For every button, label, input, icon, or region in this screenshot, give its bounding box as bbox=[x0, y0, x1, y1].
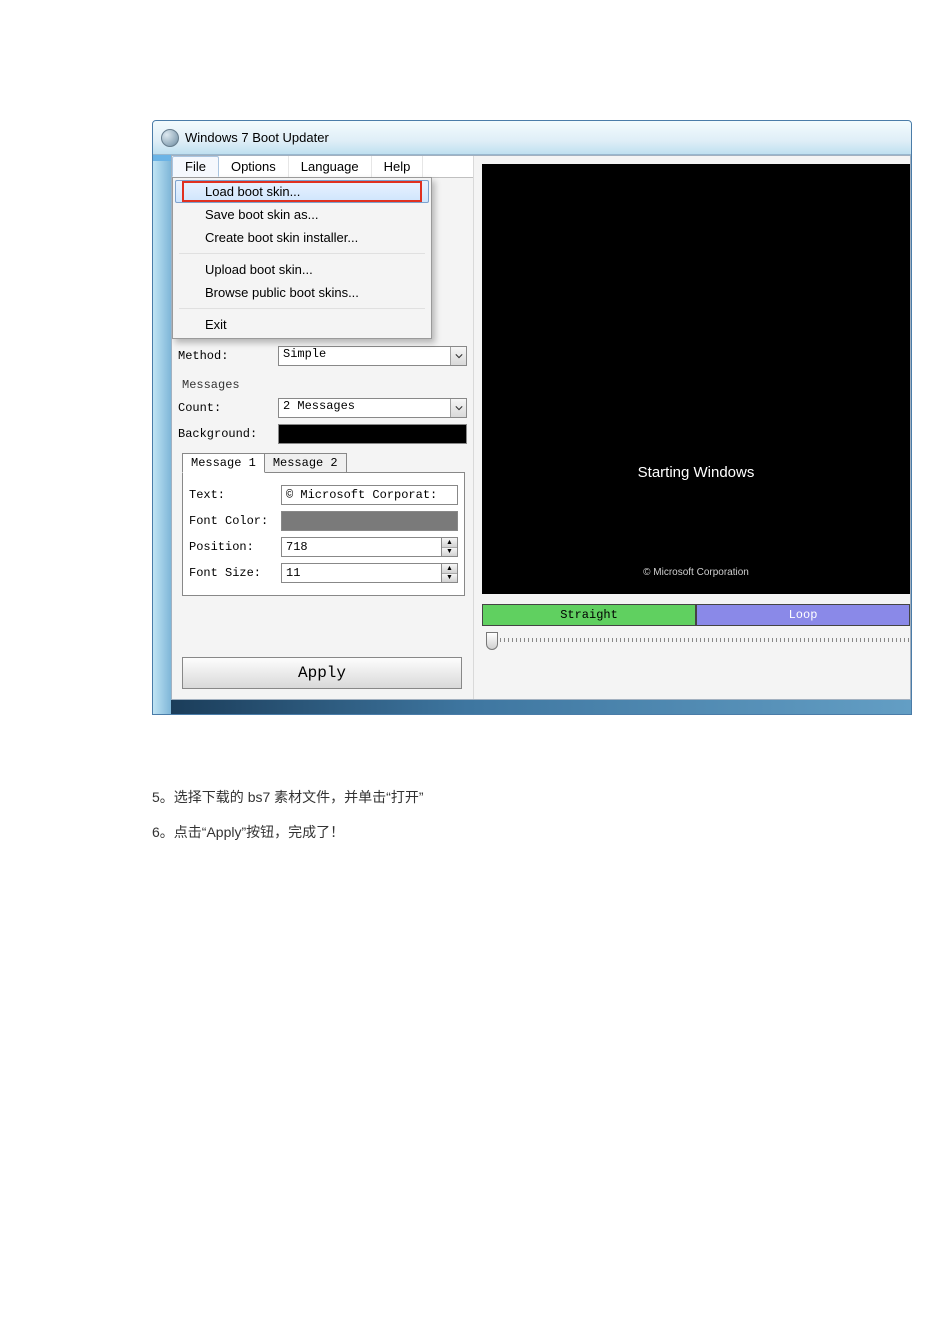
file-menu-dropdown: Load boot skin... Save boot skin as... C… bbox=[172, 177, 432, 339]
boot-preview: Starting Windows © Microsoft Corporation bbox=[482, 164, 910, 594]
background-color-picker[interactable] bbox=[278, 424, 467, 444]
right-panel: Starting Windows © Microsoft Corporation… bbox=[474, 156, 910, 699]
text-label: Text: bbox=[189, 488, 281, 502]
spin-down-icon[interactable]: ▼ bbox=[442, 573, 457, 583]
file-menu-load-boot-skin[interactable]: Load boot skin... bbox=[175, 180, 429, 203]
step-6-num: 6。 bbox=[152, 824, 174, 840]
app-icon bbox=[161, 129, 179, 147]
background-label: Background: bbox=[178, 427, 278, 441]
count-combo[interactable]: 2 Messages bbox=[278, 398, 467, 418]
file-menu-separator-2 bbox=[179, 308, 425, 309]
menu-help[interactable]: Help bbox=[372, 156, 424, 177]
window-body: File Options Language Help Load boot ski… bbox=[171, 155, 911, 700]
file-menu-exit[interactable]: Exit bbox=[175, 313, 429, 336]
position-label: Position: bbox=[189, 540, 281, 554]
left-panel: File Options Language Help Load boot ski… bbox=[172, 156, 474, 699]
menu-language[interactable]: Language bbox=[289, 156, 372, 177]
fontcolor-label: Font Color: bbox=[189, 514, 281, 528]
loop-label: Loop bbox=[789, 608, 818, 622]
position-input[interactable] bbox=[281, 537, 442, 557]
message-panel: Text: Font Color: Position: bbox=[182, 472, 465, 596]
tab-message-2[interactable]: Message 2 bbox=[264, 453, 347, 473]
straight-label: Straight bbox=[560, 608, 618, 622]
slider-thumb[interactable] bbox=[486, 632, 498, 650]
tab-message-1[interactable]: Message 1 bbox=[182, 453, 265, 473]
app-window: Windows 7 Boot Updater File Options Lang… bbox=[152, 120, 912, 715]
fontcolor-picker[interactable] bbox=[281, 511, 458, 531]
file-menu-separator-1 bbox=[179, 253, 425, 254]
slider-track bbox=[500, 638, 910, 642]
file-menu-create-installer[interactable]: Create boot skin installer... bbox=[175, 226, 429, 249]
step-5: 5。选择下载的 bs7 素材文件，并单击“打开” bbox=[152, 784, 912, 811]
glass-border-left bbox=[153, 161, 171, 714]
text-input[interactable] bbox=[281, 485, 458, 505]
method-label: Method: bbox=[178, 349, 278, 363]
method-value: Simple bbox=[283, 347, 326, 361]
menubar: File Options Language Help bbox=[172, 156, 473, 178]
apply-label: Apply bbox=[298, 664, 346, 682]
file-menu-save-boot-skin-as[interactable]: Save boot skin as... bbox=[175, 203, 429, 226]
mode-strip: Straight Loop bbox=[482, 604, 910, 626]
spin-up-icon[interactable]: ▲ bbox=[442, 538, 457, 547]
chevron-down-icon bbox=[450, 399, 466, 417]
method-combo[interactable]: Simple bbox=[278, 346, 467, 366]
position-spinner[interactable]: ▲ ▼ bbox=[442, 537, 458, 557]
file-menu-upload-boot-skin[interactable]: Upload boot skin... bbox=[175, 258, 429, 281]
step-5-c: 素材文件，并单击“打开” bbox=[270, 789, 423, 805]
fontsize-input[interactable] bbox=[281, 563, 442, 583]
article-text: 5。选择下载的 bs7 素材文件，并单击“打开” 6。点击“Apply”按钮，完… bbox=[152, 776, 912, 853]
seek-slider[interactable] bbox=[482, 630, 910, 652]
titlebar[interactable]: Windows 7 Boot Updater bbox=[153, 121, 911, 155]
apply-button[interactable]: Apply bbox=[182, 657, 462, 689]
preview-starting-text: Starting Windows bbox=[482, 464, 910, 481]
loop-button[interactable]: Loop bbox=[696, 604, 910, 626]
menu-options[interactable]: Options bbox=[219, 156, 289, 177]
step-6: 6。点击“Apply”按钮，完成了！ bbox=[152, 819, 912, 846]
messages-group-label: Messages bbox=[182, 378, 467, 392]
message-tabs: Message 1 Message 2 bbox=[182, 452, 467, 472]
step-5-num: 5。 bbox=[152, 789, 174, 805]
taskbar-strip bbox=[171, 700, 911, 714]
step-6-a: 点击“ bbox=[174, 824, 207, 840]
step-5-a: 选择下载的 bbox=[174, 789, 248, 805]
preview-copyright-text: © Microsoft Corporation bbox=[482, 567, 910, 578]
step-5-b: bs7 bbox=[248, 789, 271, 805]
fontsize-label: Font Size: bbox=[189, 566, 281, 580]
count-value: 2 Messages bbox=[283, 399, 355, 413]
fontsize-spinner[interactable]: ▲ ▼ bbox=[442, 563, 458, 583]
chevron-down-icon bbox=[450, 347, 466, 365]
window-title: Windows 7 Boot Updater bbox=[185, 130, 329, 145]
menu-file[interactable]: File bbox=[172, 156, 219, 177]
step-6-b: Apply bbox=[206, 824, 241, 840]
count-label: Count: bbox=[178, 401, 278, 415]
file-menu-browse-public[interactable]: Browse public boot skins... bbox=[175, 281, 429, 304]
step-6-c: ”按钮，完成了！ bbox=[242, 824, 345, 840]
spin-down-icon[interactable]: ▼ bbox=[442, 547, 457, 557]
straight-button[interactable]: Straight bbox=[482, 604, 696, 626]
spin-up-icon[interactable]: ▲ bbox=[442, 564, 457, 573]
